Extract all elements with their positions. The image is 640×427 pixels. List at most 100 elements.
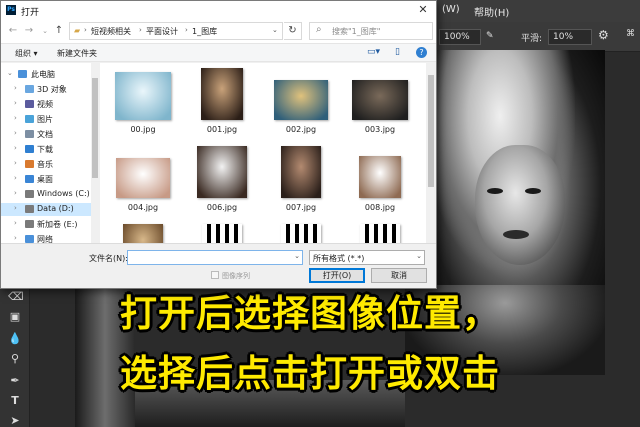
breadcrumb-segment[interactable]: 平面设计	[146, 26, 178, 37]
tree-item[interactable]: › 3D 对象	[1, 83, 91, 96]
chevron-down-icon[interactable]: ⌄	[272, 26, 278, 34]
chevron-right-icon[interactable]: ›	[14, 114, 17, 122]
back-icon[interactable]: ←	[7, 24, 19, 38]
search-input[interactable]: ⌕ 搜索"1_图库"	[309, 22, 433, 40]
image-thumbnail[interactable]	[123, 224, 163, 243]
chevron-right-icon[interactable]: ›	[14, 219, 17, 227]
breadcrumb-segment[interactable]: 1_图库	[192, 26, 217, 37]
pen-icon[interactable]: ✒	[8, 374, 22, 388]
tree-item[interactable]: › 音乐	[1, 158, 91, 171]
eraser-icon[interactable]: ⌫	[8, 290, 24, 304]
image-thumbnail[interactable]	[202, 224, 242, 243]
zoom-field[interactable]: 100%	[439, 29, 481, 45]
file-tile[interactable]: 008.jpg	[345, 143, 415, 215]
breadcrumb-segment[interactable]: 短视频相关	[91, 26, 131, 37]
file-tile[interactable]	[266, 221, 336, 243]
chevron-down-icon[interactable]: ⌄	[294, 252, 300, 260]
address-bar[interactable]: ▰ › 短视频相关 › 平面设计 › 1_图库 ⌄	[69, 22, 283, 40]
image-thumbnail[interactable]	[201, 68, 243, 120]
smooth-label: 平滑:	[521, 34, 543, 44]
chevron-down-icon[interactable]: ⌄	[7, 69, 13, 77]
tree-item[interactable]: › 下载	[1, 143, 91, 156]
airbrush-icon[interactable]: ✎	[486, 31, 494, 41]
smooth-field[interactable]: 10%	[548, 29, 592, 45]
tree-scrollbar[interactable]	[91, 63, 99, 243]
tree-item-label: 视频	[37, 100, 53, 109]
file-tile[interactable]: 007.jpg	[266, 143, 336, 215]
image-thumbnail[interactable]	[274, 80, 328, 120]
menu-item-window[interactable]: (W)	[442, 4, 460, 15]
filename-input[interactable]: ⌄	[127, 250, 303, 265]
type-icon[interactable]: T	[8, 394, 22, 408]
image-thumbnail[interactable]	[360, 224, 400, 243]
recent-dropdown-icon[interactable]: ⌄	[39, 24, 51, 38]
tree-item[interactable]: ⌄ 此电脑	[1, 68, 91, 81]
close-button[interactable]: ✕	[414, 2, 432, 18]
up-icon[interactable]: ↑	[53, 24, 65, 38]
file-tile[interactable]: 003.jpg	[345, 65, 415, 137]
scrollbar-thumb[interactable]	[92, 78, 98, 178]
chevron-right-icon[interactable]: ›	[14, 129, 17, 137]
scrollbar-thumb[interactable]	[428, 75, 434, 187]
menu-item-help[interactable]: 帮助(H)	[474, 4, 509, 19]
tree-item[interactable]: › Data (D:)	[1, 203, 91, 216]
file-list-scrollbar[interactable]	[426, 63, 436, 243]
gear-icon[interactable]: ⚙	[598, 28, 609, 42]
tree-item[interactable]: › Windows (C:)	[1, 188, 91, 201]
tree-item[interactable]: › 文档	[1, 128, 91, 141]
refresh-icon[interactable]: ↻	[284, 22, 302, 40]
photoshop-icon: Ps	[6, 5, 16, 15]
tree-item[interactable]: › 图片	[1, 113, 91, 126]
cancel-button[interactable]: 取消	[371, 268, 427, 283]
file-tile[interactable]	[187, 221, 257, 243]
tree-folder-icon	[25, 190, 34, 198]
file-tile[interactable]	[108, 221, 178, 243]
file-tile[interactable]: 00.jpg	[108, 65, 178, 137]
forward-icon[interactable]: →	[23, 24, 35, 38]
file-tile[interactable]: 006.jpg	[187, 143, 257, 215]
image-thumbnail[interactable]	[281, 146, 321, 198]
preview-pane-icon[interactable]: ▯	[395, 47, 400, 57]
organize-menu[interactable]: 组织 ▾	[15, 48, 38, 59]
navigation-bar: ← → ⌄ ↑ ▰ › 短视频相关 › 平面设计 › 1_图库 ⌄ ↻ ⌕ 搜索…	[1, 19, 436, 43]
chevron-right-icon[interactable]: ›	[14, 144, 17, 152]
file-name: 007.jpg	[285, 203, 317, 212]
chevron-right-icon[interactable]: ›	[14, 84, 17, 92]
blur-icon[interactable]: 💧	[8, 332, 22, 346]
gradient-icon[interactable]: ▣	[8, 310, 22, 324]
tree-item[interactable]: › 桌面	[1, 173, 91, 186]
view-options-icon[interactable]: ▭▾	[367, 47, 380, 57]
file-tile[interactable]: 002.jpg	[266, 65, 336, 137]
chevron-right-icon[interactable]: ›	[14, 204, 17, 212]
help-icon[interactable]: ?	[416, 47, 427, 58]
file-tile[interactable]	[345, 221, 415, 243]
new-folder-button[interactable]: 新建文件夹	[57, 48, 97, 59]
tree-item[interactable]: › 新加卷 (E:)	[1, 218, 91, 231]
chevron-right-icon[interactable]: ›	[14, 99, 17, 107]
chevron-right-icon[interactable]: ›	[14, 174, 17, 182]
image-thumbnail[interactable]	[352, 80, 408, 120]
image-thumbnail[interactable]	[281, 224, 321, 243]
file-tile[interactable]: 001.jpg	[187, 65, 257, 137]
file-name: 003.jpg	[364, 125, 396, 134]
filetype-select[interactable]: 所有格式 (*.*) ⌄	[309, 250, 425, 265]
chevron-right-icon[interactable]: ›	[14, 234, 17, 242]
dialog-titlebar[interactable]: Ps 打开 ✕	[1, 1, 436, 19]
image-thumbnail[interactable]	[116, 158, 170, 198]
chevron-right-icon[interactable]: ›	[14, 159, 17, 167]
image-sequence-checkbox[interactable]: 图像序列	[211, 271, 250, 281]
image-thumbnail[interactable]	[115, 72, 171, 120]
image-thumbnail[interactable]	[197, 146, 247, 198]
tree-item-label: 新加卷 (E:)	[37, 220, 78, 229]
file-tile[interactable]: 004.jpg	[108, 143, 178, 215]
tree-item-label: Windows (C:)	[37, 189, 90, 198]
open-button[interactable]: 打开(O)	[309, 268, 365, 283]
folder-icon: ▰	[74, 26, 81, 35]
tree-item[interactable]: › 视频	[1, 98, 91, 111]
butterfly-icon[interactable]: ⌘	[626, 29, 635, 39]
file-name: 002.jpg	[285, 125, 317, 134]
dodge-icon[interactable]: ⚲	[8, 352, 22, 366]
path-select-icon[interactable]: ➤	[8, 414, 22, 427]
image-thumbnail[interactable]	[359, 156, 401, 198]
chevron-right-icon[interactable]: ›	[14, 189, 17, 197]
